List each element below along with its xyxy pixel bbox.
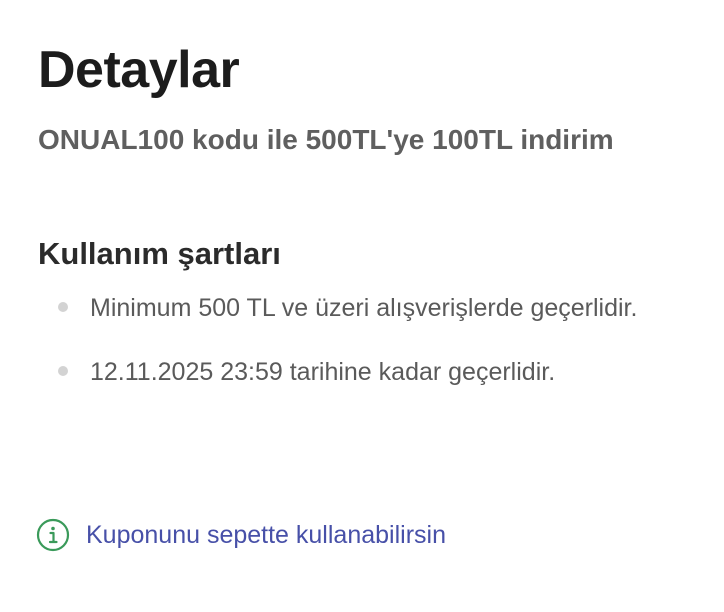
bullet-dot xyxy=(58,366,68,376)
terms-heading: Kullanım şartları xyxy=(38,236,281,271)
list-item: 12.11.2025 23:59 tarihine kadar geçerlid… xyxy=(38,352,678,392)
term-text: Minimum 500 TL ve üzeri alışverişlerde g… xyxy=(90,294,638,322)
info-link-text[interactable]: Kuponunu sepette kullanabilirsin xyxy=(86,518,446,552)
terms-list: Minimum 500 TL ve üzeri alışverişlerde g… xyxy=(38,288,678,392)
list-item: Minimum 500 TL ve üzeri alışverişlerde g… xyxy=(38,288,678,328)
term-text: 12.11.2025 23:59 tarihine kadar geçerlid… xyxy=(90,358,556,386)
info-circle-icon xyxy=(36,518,70,552)
offer-description: ONUAL100 kodu ile 500TL'ye 100TL indirim xyxy=(38,124,614,155)
bullet-dot xyxy=(58,302,68,312)
page-title: Detaylar xyxy=(38,41,240,99)
coupon-details-card: Detaylar ONUAL100 kodu ile 500TL'ye 100T… xyxy=(0,0,724,612)
use-in-cart-info[interactable]: Kuponunu sepette kullanabilirsin xyxy=(36,518,446,552)
